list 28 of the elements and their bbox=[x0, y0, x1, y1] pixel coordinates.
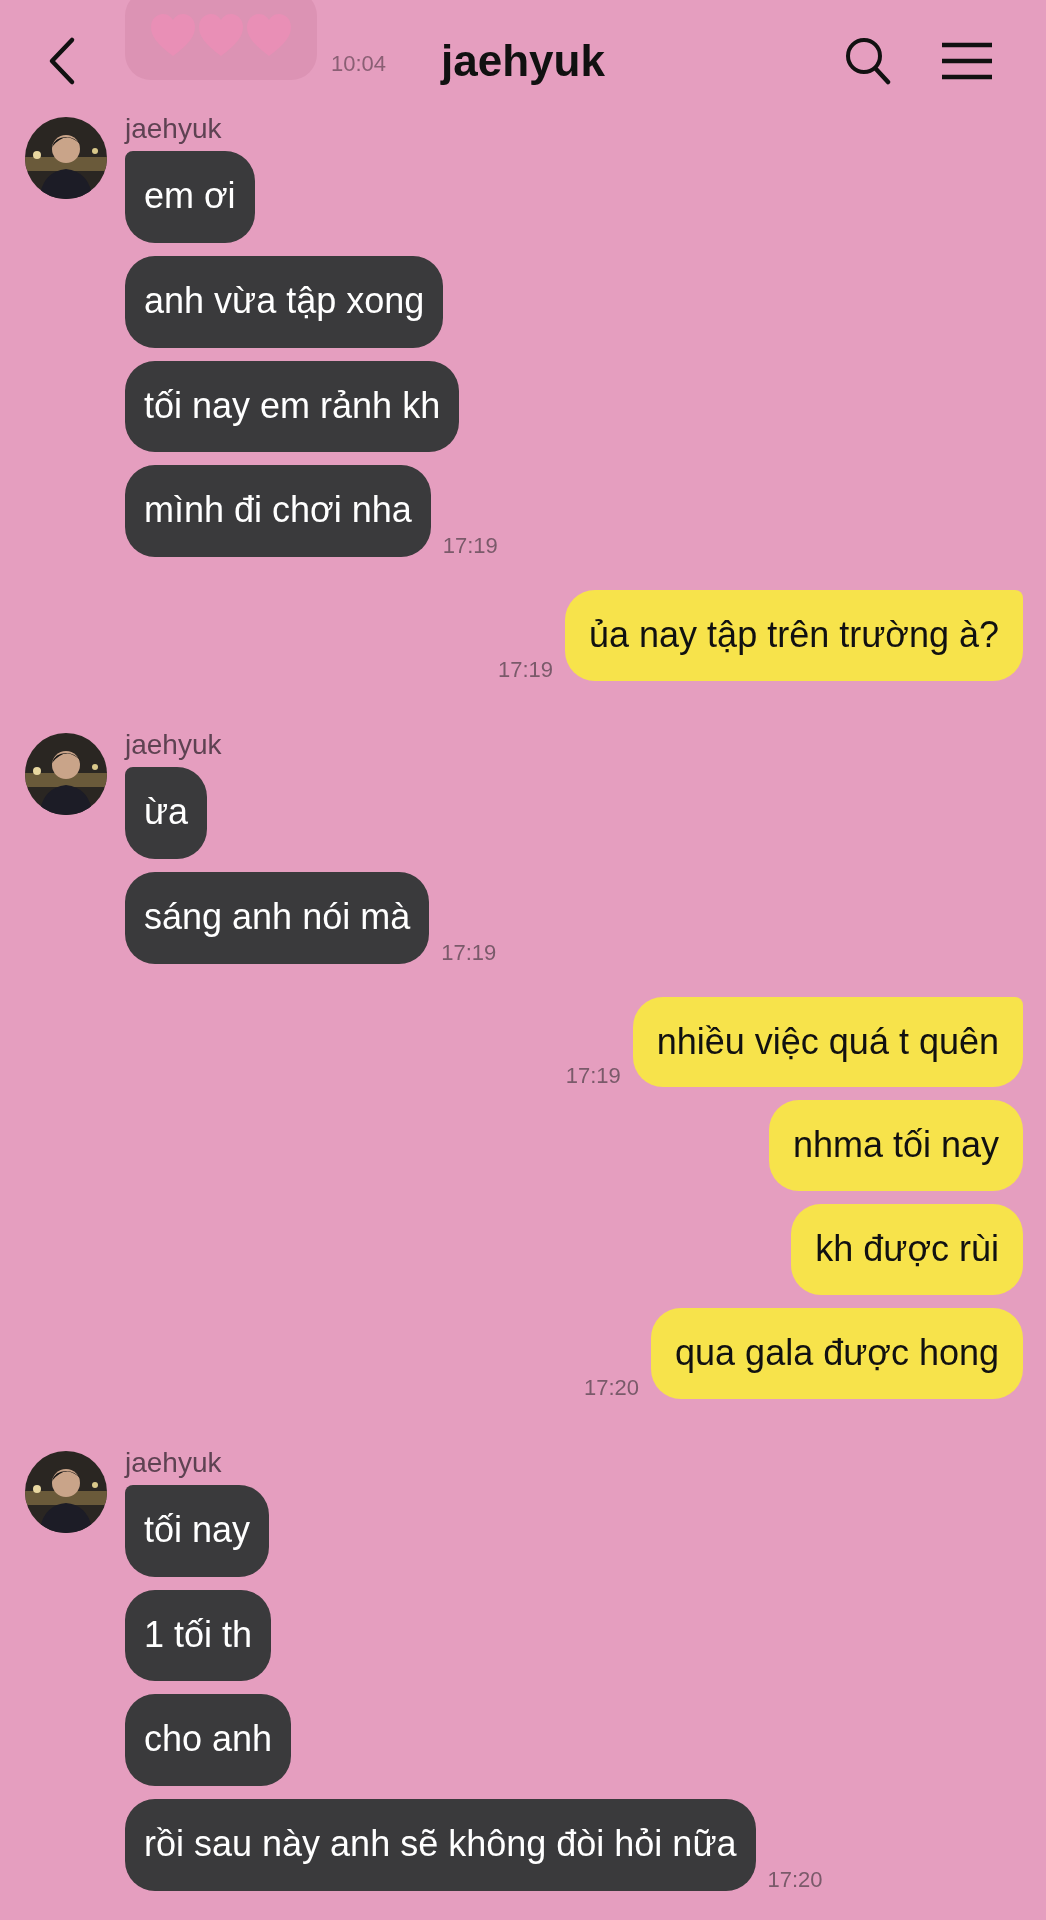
message-bubble: ủa nay tập trên trường à? bbox=[565, 590, 1023, 681]
chat-title: jaehyuk bbox=[441, 35, 605, 87]
search-button[interactable] bbox=[845, 37, 891, 85]
message-bubble: rồi sau này anh sẽ không đòi hỏi nữa bbox=[125, 1799, 756, 1891]
message-bubble: cho anh bbox=[125, 1694, 292, 1787]
message-bubble: nhiều việc quá t quên bbox=[632, 996, 1023, 1088]
message-time: 17:20 bbox=[584, 1376, 640, 1399]
message-bubble: kh được rùi bbox=[791, 1204, 1023, 1295]
message-bubble: tối nay em rảnh kh bbox=[125, 360, 460, 453]
message-bubble: anh vừa tập xong bbox=[125, 255, 444, 348]
message-bubble: qua gala được hong bbox=[651, 1307, 1023, 1399]
message-bubble: nhma tối nay bbox=[768, 1100, 1023, 1192]
message-bubble: 1 tối th bbox=[125, 1589, 272, 1682]
sender-name: jaehyuk bbox=[125, 115, 222, 143]
message-bubble: ừa bbox=[125, 767, 208, 859]
sender-name: jaehyuk bbox=[125, 1448, 222, 1477]
message-time: 17:19 bbox=[442, 535, 498, 558]
message-time: 17:19 bbox=[497, 659, 554, 681]
message-bubble: tối nay bbox=[125, 1484, 270, 1577]
message-time: 17:19 bbox=[441, 941, 497, 964]
message-time: 17:19 bbox=[565, 1065, 621, 1088]
message-bubble: em ơi bbox=[125, 151, 255, 243]
message-bubble: sáng anh nói mà bbox=[125, 871, 430, 964]
message-bubble: mình đi chơi nha bbox=[125, 465, 431, 558]
menu-button[interactable] bbox=[942, 42, 992, 80]
message-time: 17:20 bbox=[767, 1868, 823, 1891]
sender-name: jaehyuk bbox=[125, 731, 222, 759]
message-time: 10:04 bbox=[331, 50, 387, 78]
